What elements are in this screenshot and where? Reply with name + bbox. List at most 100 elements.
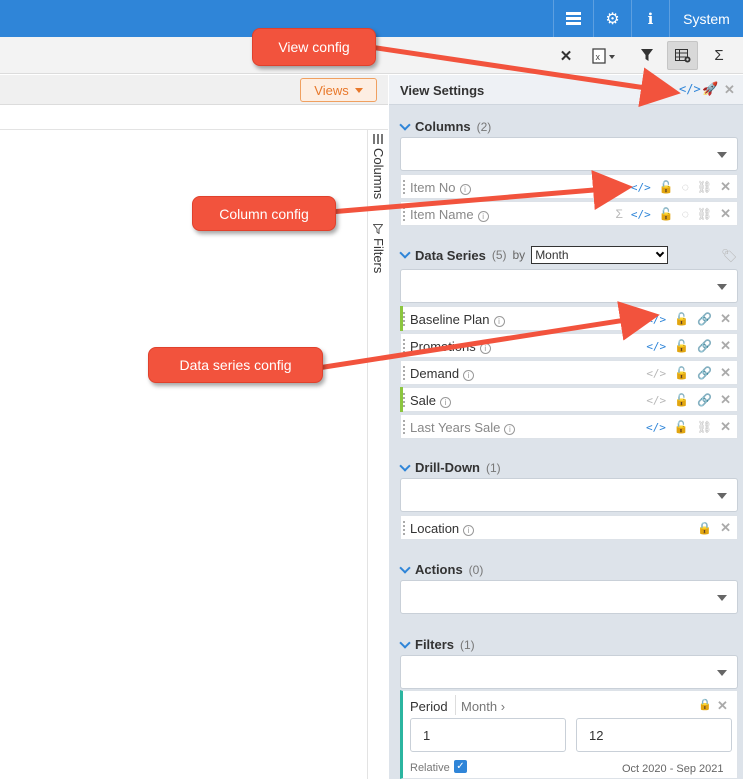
column-row[interactable]: Item Name i Σ </> 🔓 ◌ ⛓ ✕ — [400, 201, 738, 226]
remove-icon[interactable]: ✕ — [720, 179, 731, 195]
remove-icon[interactable]: ✕ — [720, 419, 731, 435]
system-menu[interactable]: System — [669, 0, 743, 37]
row-icons: </> 🔓 🔗 ✕ — [646, 311, 731, 327]
unlink-icon[interactable]: ⛓ — [697, 207, 712, 221]
eye-slash-icon[interactable]: ◌ — [682, 207, 689, 221]
relative-label: Relative — [410, 762, 450, 774]
columns-tab[interactable]: Columns — [368, 130, 389, 220]
sigma-icon[interactable]: Σ — [615, 207, 622, 221]
remove-icon[interactable]: ✕ — [720, 338, 731, 354]
caret-down-icon — [717, 670, 727, 676]
close-button[interactable]: ✕ — [555, 41, 577, 70]
remove-icon[interactable]: ✕ — [720, 392, 731, 408]
period-unit-selector[interactable]: Month › — [461, 699, 505, 714]
data-series-count: (5) — [491, 248, 507, 262]
filters-add-dropdown[interactable] — [400, 655, 738, 689]
filters-tab[interactable]: Filters — [368, 220, 389, 290]
drag-handle-icon[interactable] — [403, 366, 405, 380]
period-range-text: Oct 2020 - Sep 2021 — [622, 763, 724, 775]
drag-handle-icon[interactable] — [403, 180, 405, 194]
unlock-icon[interactable]: 🔓 — [659, 207, 674, 221]
row-icons: Σ </> 🔓 ◌ ⛓ ✕ — [615, 179, 731, 195]
excel-export-icon: x — [592, 47, 615, 64]
columns-section-header[interactable]: Columns (2) — [399, 118, 491, 134]
unlock-icon[interactable]: 🔓 — [674, 339, 689, 353]
code-icon[interactable]: </> — [646, 394, 666, 407]
code-icon[interactable]: </> — [646, 340, 666, 353]
drag-handle-icon[interactable] — [403, 312, 405, 326]
unlink-icon[interactable]: ⛓ — [697, 180, 712, 194]
unlock-icon[interactable]: 🔓 — [674, 366, 689, 380]
code-icon[interactable]: </> — [646, 313, 666, 326]
period-select[interactable]: Month — [531, 246, 669, 264]
excel-export-button[interactable]: x — [588, 41, 620, 70]
link-icon[interactable]: 🔗 — [697, 366, 712, 380]
row-icons: </> 🔓 🔗 ✕ — [646, 338, 731, 354]
actions-add-dropdown[interactable] — [400, 580, 738, 614]
list-icon-button[interactable] — [553, 0, 593, 37]
sigma-icon[interactable]: Σ — [615, 180, 622, 194]
data-series-section-header[interactable]: Data Series (5) by Month — [399, 246, 669, 264]
data-series-row[interactable]: Last Years Sale i </> 🔓 ⛓ ✕ — [400, 414, 738, 439]
lock-icon[interactable]: 🔒 — [697, 521, 712, 535]
view-settings-button[interactable] — [667, 41, 698, 70]
views-button[interactable]: Views — [300, 78, 377, 102]
data-series-row[interactable]: Sale i </> 🔓 🔗 ✕ — [400, 387, 738, 412]
info-button[interactable]: i — [631, 0, 669, 37]
code-icon[interactable]: </> — [646, 367, 666, 380]
unlock-icon[interactable]: 🔓 — [674, 312, 689, 326]
drag-handle-icon[interactable] — [403, 207, 405, 221]
actions-section-header[interactable]: Actions (0) — [399, 561, 483, 577]
rocket-icon[interactable]: 🚀 — [702, 81, 718, 97]
unlock-icon[interactable]: 🔓 — [674, 393, 689, 407]
drill-down-add-dropdown[interactable] — [400, 478, 738, 512]
panel-header: View Settings </> 🚀 ✕ — [389, 75, 743, 105]
unlock-icon[interactable]: 🔓 — [674, 420, 689, 434]
link-icon[interactable]: 🔗 — [697, 312, 712, 326]
period-to-value: 12 — [589, 728, 604, 743]
close-icon[interactable]: ✕ — [724, 82, 735, 98]
sigma-button[interactable]: Σ — [708, 41, 730, 70]
caret-down-icon — [717, 493, 727, 499]
data-series-row[interactable]: Promotions i </> 🔓 🔗 ✕ — [400, 333, 738, 358]
remove-icon[interactable]: ✕ — [720, 365, 731, 381]
link-icon[interactable]: 🔗 — [697, 393, 712, 407]
filters-section-header[interactable]: Filters (1) — [399, 636, 475, 652]
data-series-label-text: Promotions — [410, 339, 476, 354]
lock-icon[interactable]: 🔒 — [698, 698, 712, 711]
drag-handle-icon[interactable] — [403, 521, 405, 535]
remove-icon[interactable]: ✕ — [720, 206, 731, 222]
code-icon[interactable]: </> — [631, 181, 651, 194]
drag-handle-icon[interactable] — [403, 339, 405, 353]
drill-down-section-header[interactable]: Drill-Down (1) — [399, 459, 501, 475]
side-tabs: Columns Filters — [367, 130, 388, 779]
tag-icon[interactable]: 🏷 — [721, 248, 738, 264]
link-icon[interactable]: 🔗 — [697, 339, 712, 353]
drag-handle-icon[interactable] — [403, 420, 405, 434]
drag-handle-icon[interactable] — [403, 393, 405, 407]
code-icon[interactable]: </> — [646, 421, 666, 434]
eye-slash-icon[interactable]: ◌ — [682, 180, 689, 194]
data-series-label-text: Baseline Plan — [410, 312, 490, 327]
code-icon[interactable]: </> — [631, 208, 651, 221]
drill-down-row[interactable]: Location i 🔒 ✕ — [400, 515, 738, 540]
settings-button[interactable]: ⚙ — [593, 0, 631, 37]
remove-icon[interactable]: ✕ — [717, 698, 728, 714]
remove-icon[interactable]: ✕ — [720, 311, 731, 327]
filters-tab-label: Filters — [371, 238, 386, 274]
column-row[interactable]: Item No i Σ </> 🔓 ◌ ⛓ ✕ — [400, 174, 738, 199]
relative-checkbox[interactable]: ✓ — [454, 760, 467, 773]
data-series-row[interactable]: Demand i </> 🔓 🔗 ✕ — [400, 360, 738, 385]
data-series-add-dropdown[interactable] — [400, 269, 738, 303]
period-to-input[interactable]: 12 — [576, 718, 732, 752]
data-series-row[interactable]: Baseline Plan i </> 🔓 🔗 ✕ — [400, 306, 738, 331]
unlink-icon[interactable]: ⛓ — [697, 420, 712, 434]
filter-icon — [373, 224, 383, 234]
filter-button[interactable] — [636, 41, 658, 70]
code-icon[interactable]: </> — [679, 82, 701, 96]
columns-add-dropdown[interactable] — [400, 137, 738, 171]
unlock-icon[interactable]: 🔓 — [659, 180, 674, 194]
data-series-label: Promotions i — [410, 339, 491, 354]
period-from-input[interactable]: 1 — [410, 718, 566, 752]
remove-icon[interactable]: ✕ — [720, 520, 731, 536]
